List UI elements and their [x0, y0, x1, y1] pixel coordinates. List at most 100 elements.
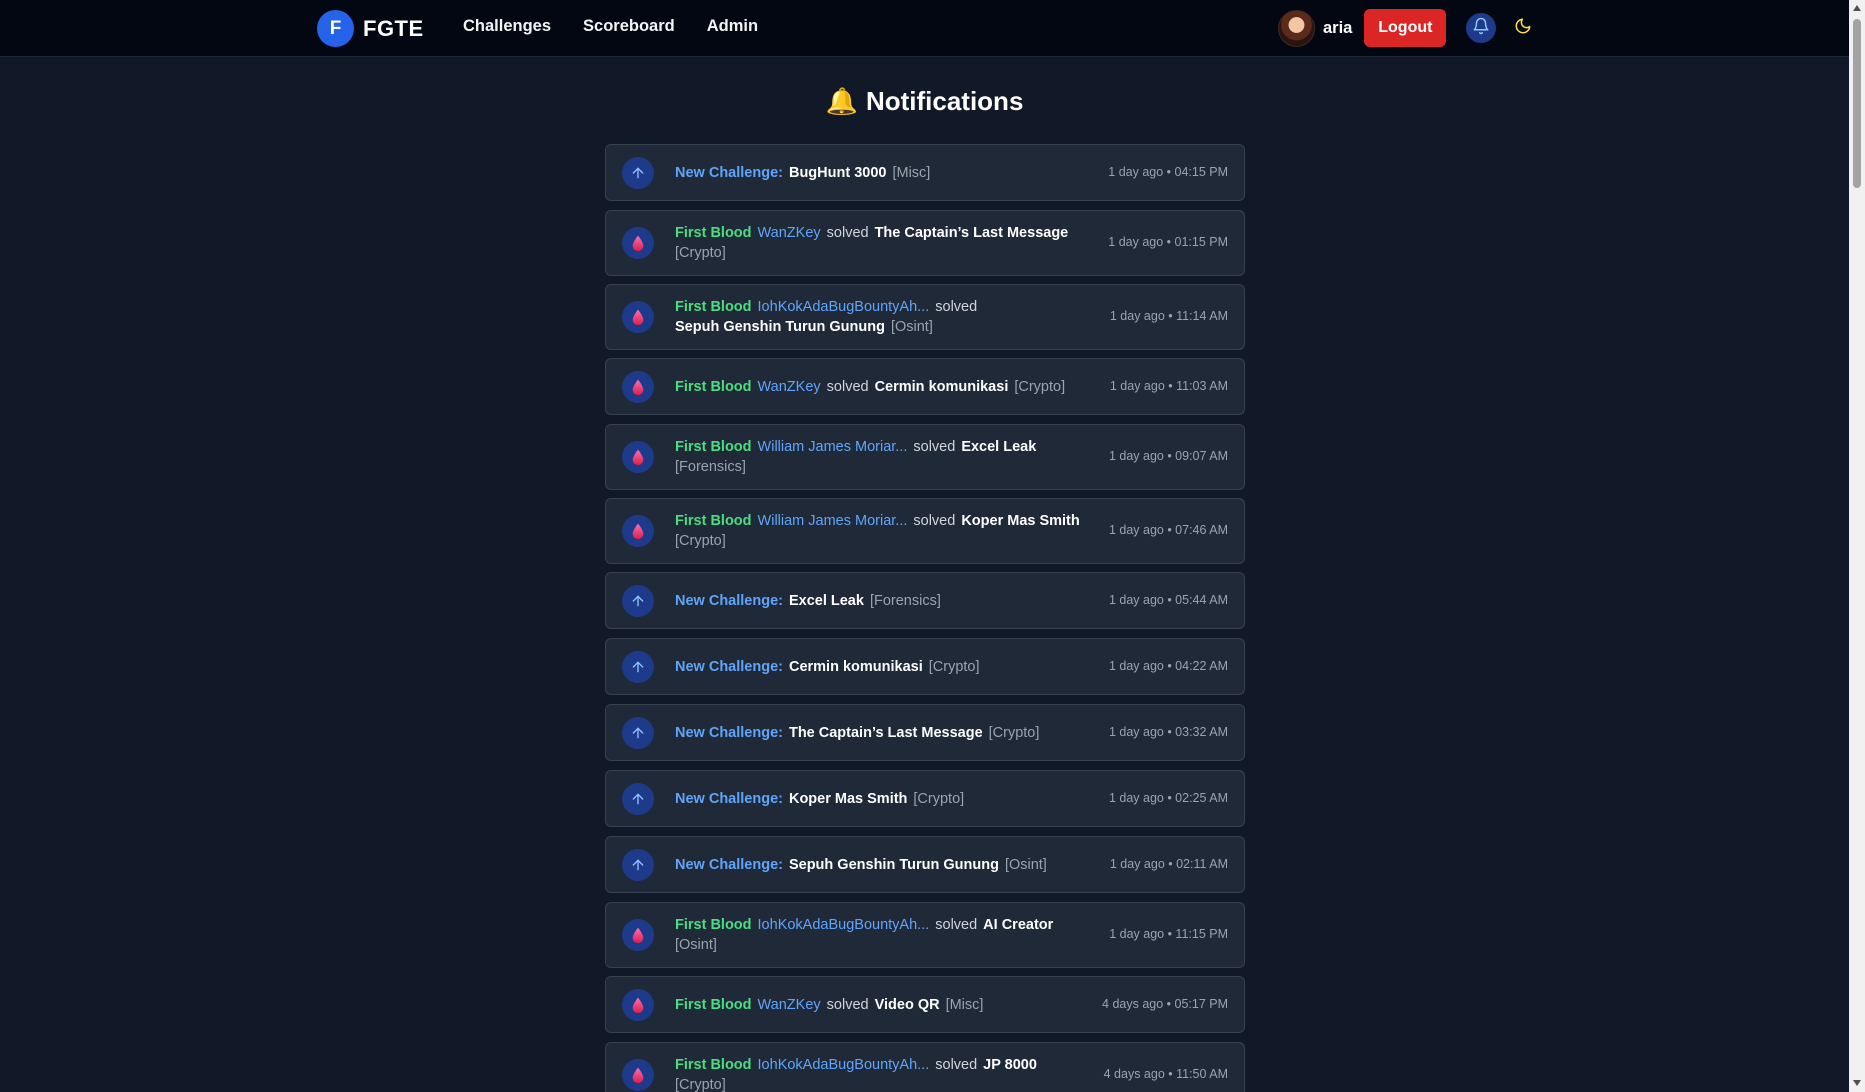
- username[interactable]: aria: [1323, 19, 1352, 38]
- page-title-text: Notifications: [865, 86, 1024, 116]
- challenge-name[interactable]: JP 8000: [983, 1057, 1037, 1073]
- solver-link[interactable]: IohKokAdaBugBountyAh...: [758, 299, 930, 315]
- challenge-category: [Osint]: [890, 319, 933, 335]
- challenge-name[interactable]: Cermin komunikasi: [789, 659, 923, 675]
- notification-item[interactable]: First Blood WanZKey solved The Captain’s La…: [605, 210, 1245, 276]
- first-blood-label: First Blood: [675, 917, 752, 933]
- solver-link[interactable]: WanZKey: [758, 997, 821, 1013]
- scrollbar[interactable]: [1849, 0, 1865, 1092]
- notification-text: New Challenge: Cermin komunikasi [Crypto]: [675, 657, 1095, 677]
- new-challenge-label: New Challenge:: [675, 725, 783, 741]
- notification-item[interactable]: New Challenge: BugHunt 3000 [Misc] 1 day ag…: [605, 144, 1245, 201]
- notifications-bell-button[interactable]: [1466, 13, 1497, 43]
- notification-timestamp: 1 day ago • 11:14 AM: [1109, 309, 1228, 323]
- challenge-name[interactable]: The Captain’s Last Message: [875, 225, 1069, 241]
- brand[interactable]: F FGTE: [317, 10, 424, 47]
- challenge-name[interactable]: Cermin komunikasi: [875, 379, 1009, 395]
- brand-name: FGTE: [363, 15, 424, 41]
- new-challenge-label: New Challenge:: [675, 659, 783, 675]
- challenge-name[interactable]: Excel Leak: [961, 439, 1036, 455]
- notification-item[interactable]: First Blood IohKokAdaBugBountyAh... solved…: [605, 1042, 1245, 1092]
- solver-link[interactable]: IohKokAdaBugBountyAh...: [758, 1057, 930, 1073]
- challenge-name[interactable]: Koper Mas Smith: [789, 791, 907, 807]
- challenge-name[interactable]: The Captain’s Last Message: [789, 725, 983, 741]
- solved-verb: solved: [935, 917, 978, 933]
- challenge-category: [Misc]: [892, 165, 931, 181]
- avatar[interactable]: [1278, 9, 1315, 47]
- challenge-name[interactable]: Koper Mas Smith: [961, 513, 1079, 529]
- notification-item[interactable]: New Challenge: Cermin komunikasi [Crypto] 1…: [605, 638, 1245, 695]
- challenge-category: [Osint]: [1004, 857, 1047, 873]
- notification-timestamp: 1 day ago • 11:03 AM: [1109, 379, 1228, 393]
- notification-item[interactable]: First Blood WanZKey solved Video QR [Misc] 4 …: [605, 976, 1245, 1033]
- challenge-name[interactable]: BugHunt 3000: [789, 165, 887, 181]
- solved-verb: solved: [913, 439, 956, 455]
- arrow-up-icon: [622, 717, 654, 749]
- notification-item[interactable]: First Blood IohKokAdaBugBountyAh... solved…: [605, 284, 1245, 350]
- new-challenge-label: New Challenge:: [675, 791, 783, 807]
- blood-drop-icon: [622, 919, 654, 951]
- notification-timestamp: 1 day ago • 09:07 AM: [1108, 449, 1228, 463]
- notification-text: First Blood WanZKey solved Cermin komunikas…: [675, 377, 1095, 397]
- solved-verb: solved: [826, 379, 869, 395]
- logout-button[interactable]: Logout: [1364, 9, 1447, 47]
- notification-timestamp: 1 day ago • 02:11 AM: [1109, 857, 1228, 871]
- nav-scoreboard[interactable]: Scoreboard: [583, 17, 675, 36]
- challenge-category: [Crypto]: [675, 245, 726, 261]
- new-challenge-label: New Challenge:: [675, 857, 783, 873]
- challenge-name[interactable]: Sepuh Genshin Turun Gunung: [675, 319, 885, 335]
- moon-icon: [1514, 17, 1532, 40]
- solver-link[interactable]: William James Moriar...: [758, 439, 908, 455]
- challenge-category: [Crypto]: [928, 659, 980, 675]
- solver-link[interactable]: IohKokAdaBugBountyAh...: [758, 917, 930, 933]
- nav-links: Challenges Scoreboard Admin: [463, 17, 790, 36]
- arrow-up-icon: [622, 783, 654, 815]
- theme-toggle-button[interactable]: [1510, 15, 1536, 41]
- notification-text: First Blood IohKokAdaBugBountyAh... solved…: [675, 1055, 1095, 1092]
- first-blood-label: First Blood: [675, 299, 752, 315]
- challenge-category: [Crypto]: [675, 1077, 726, 1092]
- notification-item[interactable]: First Blood William James Moriar... solved…: [605, 424, 1245, 490]
- notification-item[interactable]: New Challenge: Sepuh Genshin Turun Gunung…: [605, 836, 1245, 893]
- arrow-up-icon: [622, 651, 654, 683]
- challenge-name[interactable]: AI Creator: [983, 917, 1053, 933]
- nav-challenges[interactable]: Challenges: [463, 17, 551, 36]
- solved-verb: solved: [826, 997, 869, 1013]
- challenge-category: [Crypto]: [675, 533, 726, 549]
- notification-timestamp: 1 day ago • 05:44 AM: [1108, 593, 1228, 607]
- challenge-name[interactable]: Video QR: [875, 997, 940, 1013]
- notification-timestamp: 4 days ago • 05:17 PM: [1102, 997, 1228, 1011]
- notification-item[interactable]: New Challenge: The Captain’s Last Message…: [605, 704, 1245, 761]
- notification-timestamp: 1 day ago • 04:22 AM: [1108, 659, 1228, 673]
- notification-text: First Blood WanZKey solved Video QR [Misc]: [675, 995, 1095, 1015]
- notification-text: New Challenge: Excel Leak [Forensics]: [675, 591, 1095, 611]
- notification-text: First Blood IohKokAdaBugBountyAh... solved…: [675, 297, 1095, 337]
- notification-item[interactable]: First Blood William James Moriar... solved…: [605, 498, 1245, 564]
- solver-link[interactable]: William James Moriar...: [758, 513, 908, 529]
- scroll-down-arrow[interactable]: [1852, 1078, 1862, 1088]
- new-challenge-label: New Challenge:: [675, 165, 783, 181]
- scroll-thumb[interactable]: [1853, 19, 1861, 188]
- solver-link[interactable]: WanZKey: [758, 379, 821, 395]
- blood-drop-icon: [622, 227, 654, 259]
- notification-item[interactable]: First Blood IohKokAdaBugBountyAh... solved…: [605, 902, 1245, 968]
- notification-timestamp: 4 days ago • 11:50 AM: [1103, 1067, 1228, 1081]
- blood-drop-icon: [622, 989, 654, 1021]
- bell-icon: [1472, 17, 1490, 40]
- challenge-category: [Forensics]: [675, 459, 746, 475]
- nav-admin[interactable]: Admin: [707, 17, 758, 36]
- notification-text: First Blood William James Moriar... solved…: [675, 511, 1095, 551]
- notification-item[interactable]: New Challenge: Koper Mas Smith [Crypto] 1 d…: [605, 770, 1245, 827]
- scroll-up-arrow[interactable]: [1852, 3, 1862, 13]
- challenge-name[interactable]: Excel Leak: [789, 593, 864, 609]
- solved-verb: solved: [935, 1057, 978, 1073]
- notification-item[interactable]: New Challenge: Excel Leak [Forensics] 1 day…: [605, 572, 1245, 629]
- notification-item[interactable]: First Blood WanZKey solved Cermin komunikas…: [605, 358, 1245, 415]
- new-challenge-label: New Challenge:: [675, 593, 783, 609]
- solver-link[interactable]: WanZKey: [758, 225, 821, 241]
- first-blood-label: First Blood: [675, 379, 752, 395]
- arrow-up-icon: [622, 157, 654, 189]
- challenge-name[interactable]: Sepuh Genshin Turun Gunung: [789, 857, 999, 873]
- title-bell-icon: 🔔: [825, 86, 858, 116]
- notification-timestamp: 1 day ago • 07:46 AM: [1108, 523, 1228, 537]
